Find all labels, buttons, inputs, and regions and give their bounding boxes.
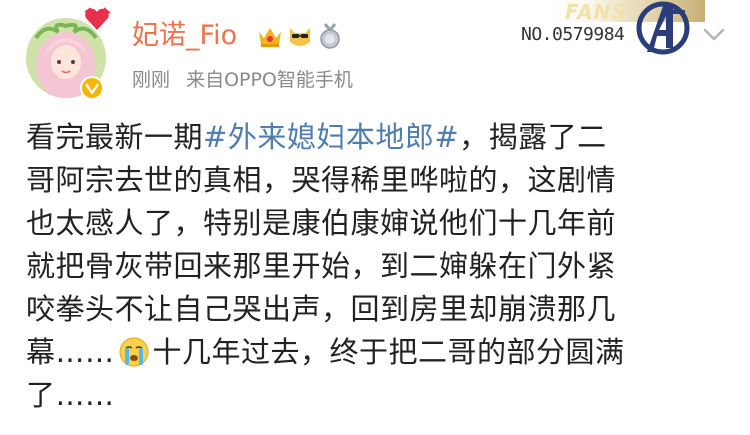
post-text-segment: ，揭露了二 bbox=[459, 120, 607, 154]
post-source[interactable]: 来自OPPO智能手机 bbox=[186, 69, 353, 91]
verified-badge bbox=[80, 76, 104, 100]
fans-number: NO.0579984 bbox=[521, 24, 625, 45]
post-line: 也太感人了，特别是康伯康婶说他们十几年前 bbox=[26, 206, 617, 240]
crying-face-icon bbox=[119, 337, 149, 367]
sunglasses-cat-badge-icon[interactable] bbox=[287, 23, 313, 49]
username[interactable]: 妃诺_Fio bbox=[132, 18, 237, 54]
heart-decoration-icon bbox=[84, 7, 111, 30]
post-line: 了…… bbox=[26, 378, 115, 412]
post-text-segment: 幕…… bbox=[26, 335, 115, 369]
post-line: 哥阿宗去世的真相，哭得稀里哗啦的，这剧情 bbox=[26, 163, 617, 197]
post-text-segment: 十几年过去，终于把二哥的部分圆满 bbox=[152, 335, 625, 369]
post-time: 刚刚 bbox=[132, 69, 171, 91]
avengers-emblem-icon bbox=[636, 1, 690, 55]
post-text: 看完最新一期#外来媳妇本地郎#，揭露了二 哥阿宗去世的真相，哭得稀里哗啦的，这剧… bbox=[26, 116, 726, 417]
post-meta: 刚刚 来自OPPO智能手机 bbox=[132, 66, 353, 94]
post-line: 看完最新一期#外来媳妇本地郎#，揭露了二 bbox=[26, 116, 726, 159]
post-line: 就把骨灰带回来那里开始，到二婶躲在门外紧 bbox=[26, 249, 617, 283]
hashtag-link[interactable]: #外来媳妇本地郎# bbox=[203, 120, 459, 154]
fans-card[interactable]: FANS NO.0579984 bbox=[505, 0, 705, 56]
user-badges bbox=[257, 23, 343, 49]
post-line: 咬拳头不让自己哭出声，回到房里却崩溃那几 bbox=[26, 292, 617, 326]
post-line: 幕…… 十几年过去，终于把二哥的部分圆满 bbox=[26, 331, 726, 374]
chevron-down-icon[interactable] bbox=[703, 28, 725, 42]
fans-label: FANS bbox=[565, 0, 627, 24]
post-text-segment: 看完最新一期 bbox=[26, 120, 204, 154]
silver-medal-badge-icon[interactable] bbox=[317, 23, 343, 49]
verified-v-icon bbox=[85, 83, 99, 94]
crown-badge-icon[interactable] bbox=[257, 23, 283, 49]
